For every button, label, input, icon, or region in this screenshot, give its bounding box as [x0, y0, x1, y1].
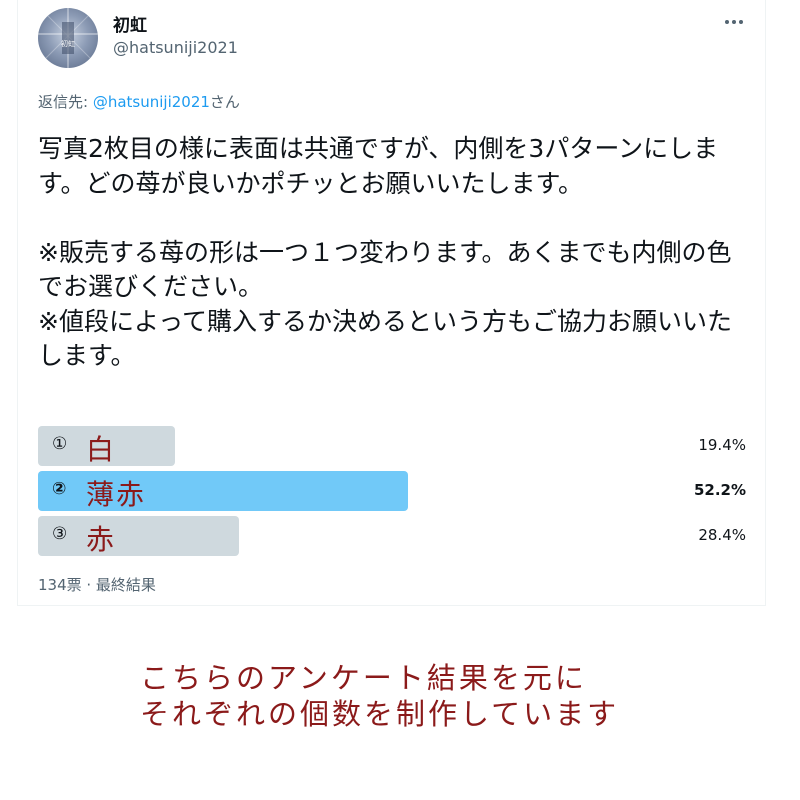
author-display-name[interactable]: 初虹 — [113, 11, 147, 36]
caption: こちらのアンケート結果を元に それぞれの個数を制作しています — [140, 660, 619, 732]
reply-mention-link[interactable]: @hatsuniji2021 — [93, 93, 210, 111]
reply-prefix: 返信先: — [38, 93, 93, 111]
poll-option-percent: 19.4% — [698, 436, 746, 454]
poll-option: ① 白 19.4% — [38, 426, 746, 466]
avatar-image: 初虹 — [38, 8, 98, 68]
author-handle[interactable]: @hatsuniji2021 — [113, 38, 238, 57]
more-options-button[interactable] — [720, 10, 748, 34]
avatar[interactable]: 初虹 — [38, 8, 98, 68]
more-horizontal-icon-dot — [732, 20, 736, 24]
avatar-text-1: 初虹 — [61, 39, 75, 48]
more-horizontal-icon-dot — [739, 20, 743, 24]
poll-option-number: ② — [52, 479, 67, 499]
caption-line-1: こちらのアンケート結果を元に — [140, 661, 587, 695]
poll-option: ③ 赤 28.4% — [38, 516, 746, 556]
poll-meta: 134票 · 最終結果 — [38, 576, 156, 594]
poll-option: ② 薄赤 52.2% — [38, 471, 746, 511]
caption-line-2: それぞれの個数を制作しています — [140, 697, 620, 731]
poll-option-number: ① — [52, 434, 68, 454]
poll-option-label: 薄赤 — [86, 478, 147, 511]
reply-context: 返信先: @hatsuniji2021さん — [38, 91, 240, 112]
more-horizontal-icon — [725, 20, 729, 24]
poll-option-number: ③ — [52, 524, 68, 544]
poll-option-percent: 52.2% — [693, 481, 746, 499]
poll-option-label: 白 — [86, 433, 117, 466]
reply-suffix: さん — [209, 93, 240, 111]
poll-option-label: 赤 — [86, 523, 117, 556]
poll-bar — [38, 516, 240, 556]
poll-option-percent: 28.4% — [698, 526, 746, 544]
tweet-text: 写真2枚目の様に表面は共通ですが、内側を3パターンにします。どの苺が良いかポチッ… — [38, 134, 732, 370]
